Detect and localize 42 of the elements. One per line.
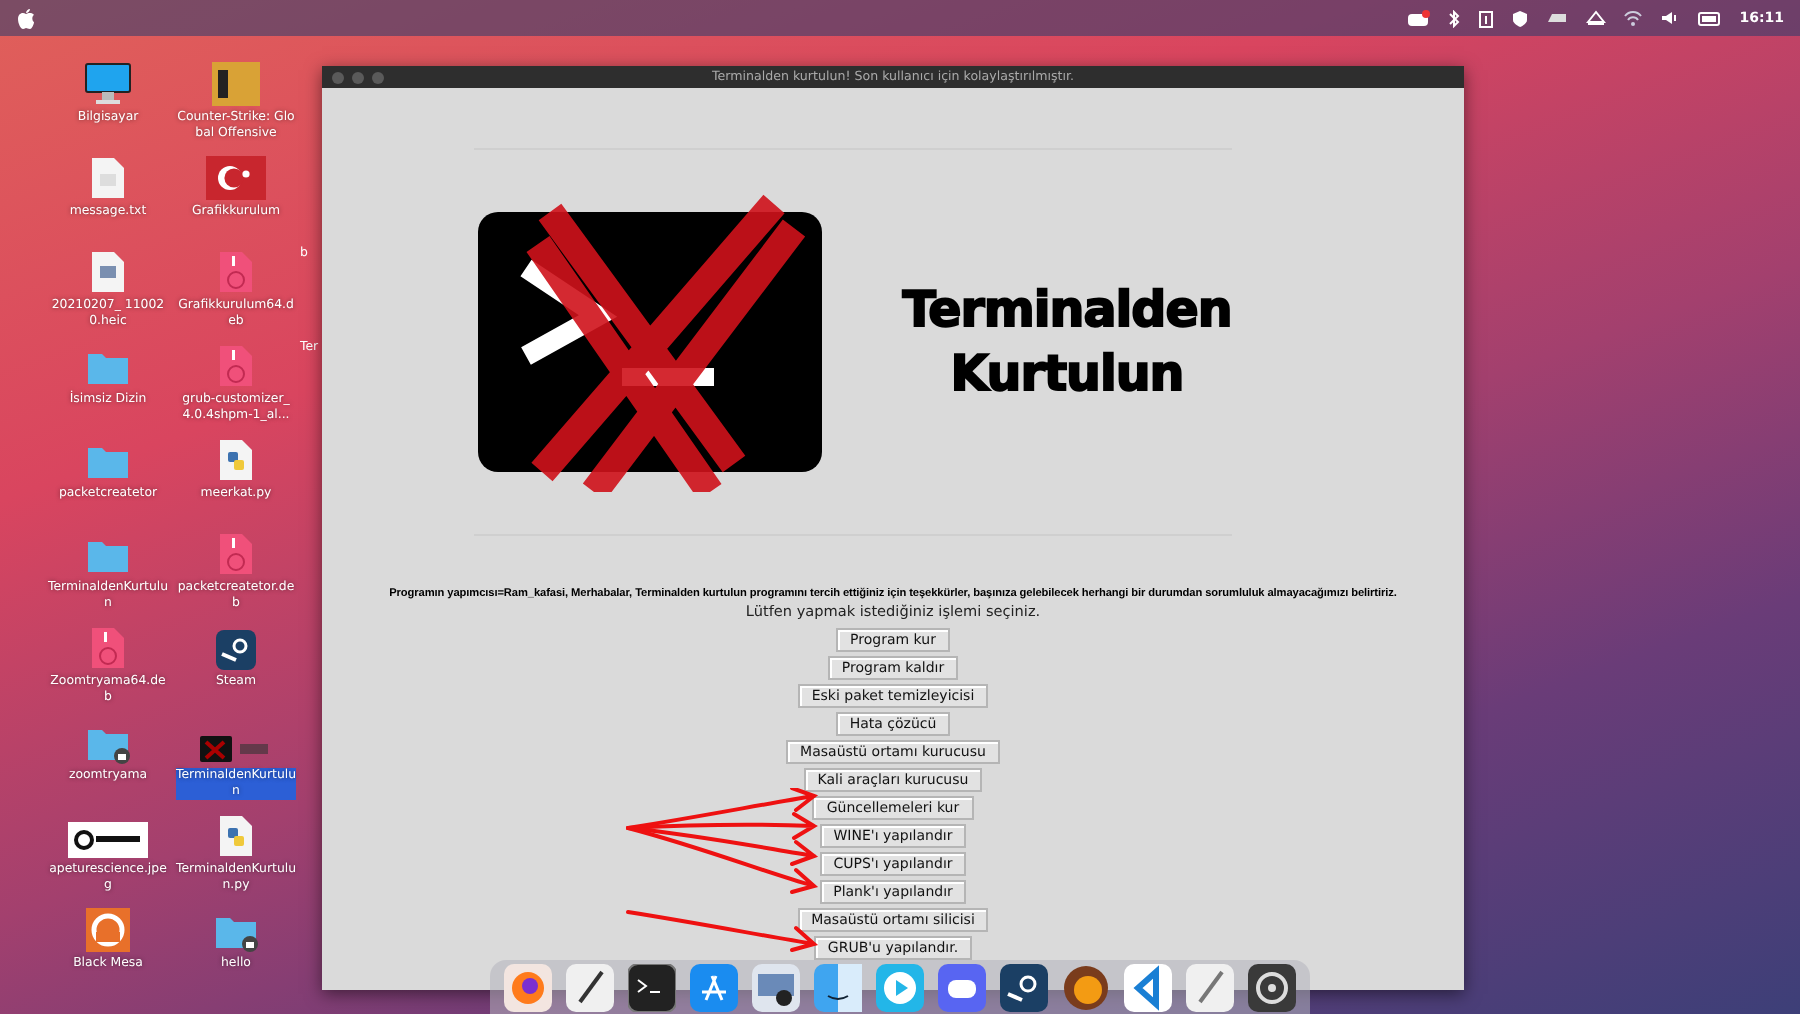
image-viewer-icon[interactable] <box>752 963 801 1011</box>
battery-icon[interactable] <box>1697 11 1722 25</box>
package-icon <box>218 250 254 294</box>
clipboard-icon[interactable] <box>1477 9 1494 27</box>
python-file-icon <box>218 438 254 482</box>
chat-app-icon[interactable] <box>1407 9 1430 27</box>
ring-app-icon[interactable] <box>1061 963 1110 1011</box>
app-heading: Terminalden Kurtulun <box>902 278 1232 406</box>
app-thumbnail-icon <box>200 736 272 764</box>
drive-icon[interactable] <box>1545 10 1568 26</box>
monitor-icon <box>84 62 132 106</box>
eject-icon[interactable] <box>1585 10 1606 26</box>
settings-icon[interactable] <box>1247 963 1296 1011</box>
steam-logo-icon[interactable] <box>999 963 1048 1011</box>
folder-icon <box>86 442 130 482</box>
crescent-flag-icon <box>206 156 266 200</box>
document-icon <box>90 250 126 294</box>
ring-logo-icon <box>86 908 130 952</box>
package-icon <box>218 532 254 576</box>
bluetooth-icon[interactable] <box>1447 9 1460 27</box>
volume-icon[interactable] <box>1659 10 1680 26</box>
chat-app-icon[interactable] <box>937 963 986 1011</box>
document-icon <box>90 156 126 200</box>
locked-folder-icon <box>214 912 258 952</box>
pen-notes-icon[interactable] <box>566 963 615 1011</box>
browser-icon[interactable] <box>504 963 553 1011</box>
package-icon <box>90 626 126 670</box>
app-store-icon[interactable] <box>690 963 739 1011</box>
finder-face-icon[interactable] <box>814 963 863 1011</box>
steam-logo-icon <box>216 630 256 670</box>
apple-logo-icon[interactable] <box>16 7 36 29</box>
python-file-icon <box>218 814 254 858</box>
locked-folder-icon <box>86 724 130 764</box>
logo-photo-icon <box>68 822 148 858</box>
folder-icon <box>86 536 130 576</box>
shield-icon[interactable] <box>1511 9 1528 27</box>
terminal-icon[interactable] <box>628 963 677 1011</box>
play-icon[interactable] <box>875 963 924 1011</box>
folder-icon <box>86 348 130 388</box>
package-icon <box>218 344 254 388</box>
wifi-icon[interactable] <box>1623 10 1642 26</box>
code-editor-icon[interactable] <box>1123 963 1172 1011</box>
